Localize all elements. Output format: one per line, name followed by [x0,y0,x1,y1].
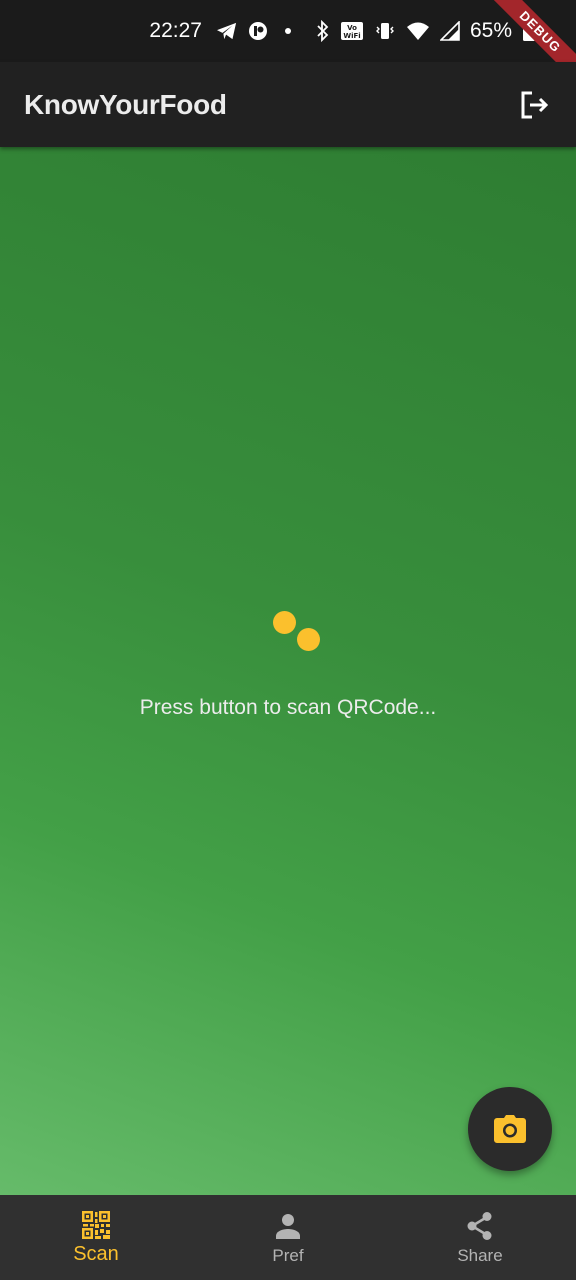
app-notification-icon [248,21,268,41]
scan-body [0,147,576,1195]
person-icon [276,1213,300,1239]
loading-dot [297,628,320,651]
battery-icon [522,20,536,42]
logout-icon [521,91,549,118]
logout-button[interactable] [516,87,552,123]
share-icon [467,1211,492,1240]
dot-icon [278,26,298,36]
loading-indicator [272,610,324,654]
scan-message: Press button to scan QRCode... [139,696,437,719]
nav-label-share: Share [457,1245,503,1265]
status-time: 22:27 [149,19,202,42]
battery-percent: 65% [469,19,512,42]
nav-label-pref: Pref [272,1245,304,1265]
status-bar: 22:27 Vo WiFi 65% [0,0,576,62]
svg-text:Vo: Vo [347,24,357,32]
loading-dot [273,611,296,634]
bluetooth-icon [316,20,330,42]
signal-icon [439,21,460,41]
bottom-navigation: Scan Pref Share [0,1195,576,1280]
telegram-icon [216,21,238,41]
qr-code-icon [82,1211,110,1239]
scan-camera-button[interactable] [468,1087,552,1171]
nav-item-scan[interactable]: Scan [0,1195,192,1280]
vibrate-icon [374,21,396,41]
wifi-icon [406,21,430,41]
svg-text:WiFi: WiFi [343,32,360,40]
nav-item-pref[interactable]: Pref [192,1195,384,1280]
nav-item-share[interactable]: Share [384,1195,576,1280]
app-bar: KnowYourFood [0,62,576,147]
camera-icon [494,1115,526,1143]
vowifi-icon: Vo WiFi [340,21,364,41]
nav-label-scan: Scan [73,1243,119,1265]
app-title: KnowYourFood [24,88,227,120]
